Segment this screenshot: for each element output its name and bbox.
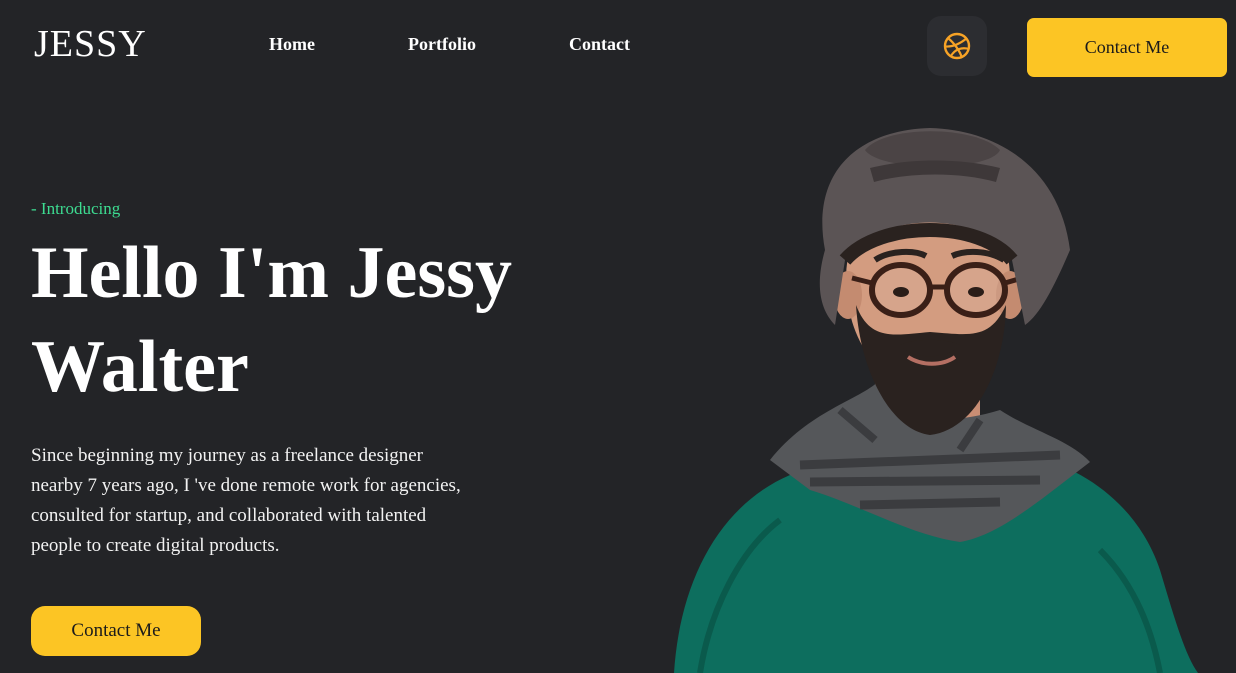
hero-bio: Since beginning my journey as a freelanc…	[31, 445, 461, 556]
header-contact-button[interactable]: Contact Me	[1027, 18, 1227, 77]
site-logo[interactable]: JESSY	[34, 22, 147, 66]
hero-headline: Hello I'm Jessy Walter	[31, 226, 591, 414]
nav-item-portfolio[interactable]: Portfolio	[408, 34, 476, 55]
portrait-image	[674, 128, 1198, 673]
headline-line-1: Hello I'm Jessy	[31, 232, 512, 314]
dribbble-button[interactable]	[927, 16, 987, 76]
hero-contact-button[interactable]: Contact Me	[31, 606, 201, 656]
nav-item-contact[interactable]: Contact	[569, 34, 630, 55]
nav-item-home[interactable]: Home	[269, 34, 315, 55]
dribbble-icon	[943, 32, 971, 60]
intro-label: - Introducing	[31, 199, 121, 218]
headline-line-2: Walter	[31, 326, 249, 408]
